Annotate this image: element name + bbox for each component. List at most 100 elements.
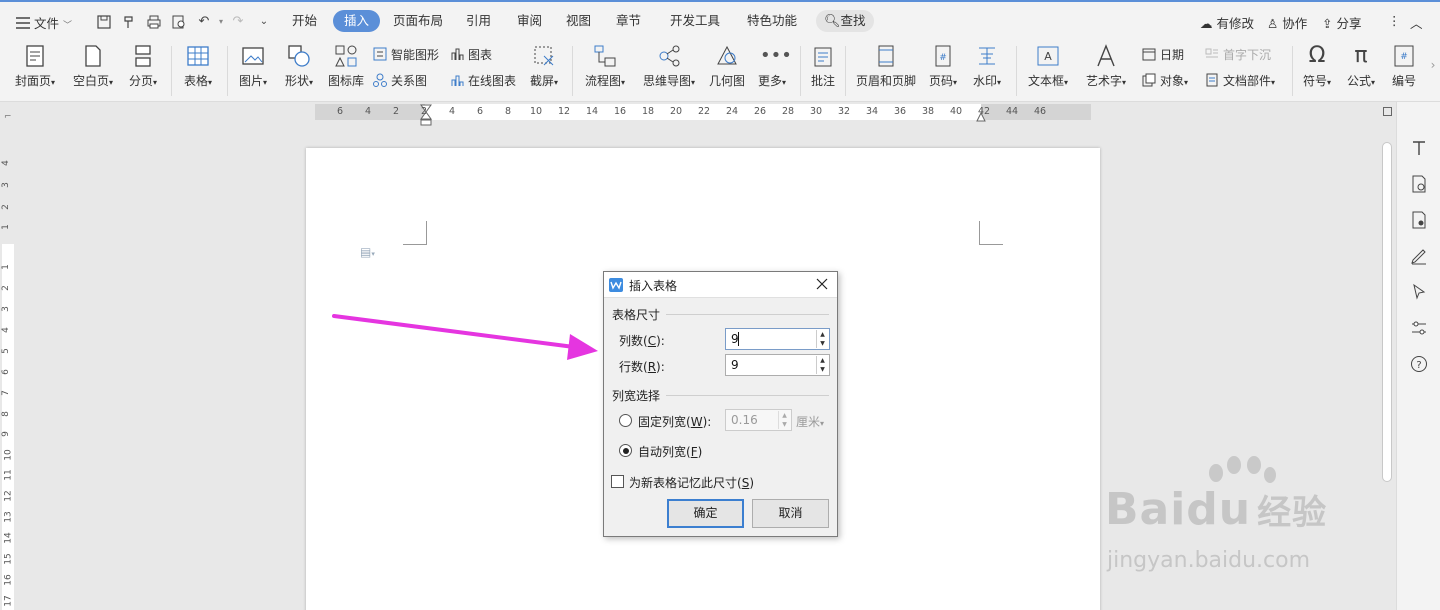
ruler-tick-label: 30 bbox=[809, 106, 823, 117]
shape-button[interactable]: 形状▾ bbox=[278, 44, 320, 89]
tab-selector-icon[interactable]: ⌐ bbox=[4, 112, 12, 122]
file-menu[interactable]: 文件 ﹀ bbox=[16, 13, 72, 32]
page-break-button[interactable]: 分页▾ bbox=[122, 44, 164, 89]
tab-insert[interactable]: 插入 bbox=[333, 10, 381, 32]
object-button[interactable]: 对象▾ bbox=[1142, 72, 1188, 90]
blank-page-button[interactable]: 空白页▾ bbox=[66, 44, 120, 89]
relation-button[interactable]: 关系图 bbox=[373, 72, 427, 90]
fixed-width-stepper[interactable]: 0.16 ▲ ▼ bbox=[725, 409, 792, 431]
adjust-icon[interactable] bbox=[1409, 318, 1429, 338]
cover-page-button[interactable]: 封面页▾ bbox=[8, 44, 62, 89]
search-box[interactable]: 🔍︎查找 bbox=[816, 10, 874, 32]
wordart-button[interactable]: 艺术字▾ bbox=[1080, 44, 1132, 89]
vruler-tick-label: 14 bbox=[3, 532, 14, 544]
svg-text:#: # bbox=[939, 53, 947, 63]
paragraph-format-icon[interactable]: ▤▾ bbox=[360, 245, 375, 259]
cancel-button[interactable]: 取消 bbox=[752, 499, 829, 528]
tab-developer[interactable]: 开发工具 bbox=[666, 10, 724, 32]
tab-chapter[interactable]: 章节 bbox=[612, 10, 645, 32]
print-preview-icon[interactable] bbox=[171, 14, 187, 30]
screenshot-button[interactable]: 截屏▾ bbox=[524, 44, 564, 89]
textbox-button[interactable]: A 文本框▾ bbox=[1022, 44, 1074, 89]
collapse-ribbon-icon[interactable]: ︿ bbox=[1410, 13, 1423, 32]
chart-button[interactable]: 图表 bbox=[450, 46, 492, 64]
remember-size-checkbox[interactable] bbox=[611, 475, 624, 488]
fixed-width-radio[interactable] bbox=[619, 414, 632, 427]
tab-references[interactable]: 引用 bbox=[462, 10, 495, 32]
print-icon[interactable] bbox=[146, 14, 162, 30]
spin-down-icon[interactable]: ▼ bbox=[817, 339, 828, 348]
text-style-icon[interactable] bbox=[1409, 138, 1429, 158]
doc-settings-icon[interactable] bbox=[1409, 210, 1429, 230]
rows-stepper[interactable]: 9 ▲ ▼ bbox=[725, 354, 830, 376]
table-button[interactable]: 表格▾ bbox=[176, 44, 220, 89]
formula-button[interactable]: π 公式▾ bbox=[1342, 44, 1380, 89]
horizontal-ruler[interactable]: 6 4 2 2 4 6 8 10 12 14 16 18 20 22 24 26 28 30 32 34 36 38 40 4… bbox=[0, 102, 1380, 126]
rows-spin-arrows[interactable]: ▲ ▼ bbox=[816, 356, 828, 374]
spin-up-icon[interactable]: ▲ bbox=[779, 411, 790, 420]
spin-down-icon[interactable]: ▼ bbox=[817, 365, 828, 374]
symbol-button[interactable]: Ω 符号▾ bbox=[1298, 44, 1336, 89]
flowchart-button[interactable]: 流程图▾ bbox=[578, 44, 632, 89]
vertical-scrollbar[interactable] bbox=[1380, 102, 1394, 610]
date-button[interactable]: 日期 bbox=[1142, 46, 1184, 64]
columns-spin-arrows[interactable]: ▲ ▼ bbox=[816, 330, 828, 348]
more-button[interactable]: ••• 更多▾ bbox=[752, 44, 792, 89]
doc-properties-icon[interactable] bbox=[1409, 174, 1429, 194]
scrollbar-thumb[interactable] bbox=[1382, 142, 1392, 482]
spin-down-icon[interactable]: ▼ bbox=[779, 420, 790, 429]
doc-parts-button[interactable]: 文档部件▾ bbox=[1205, 72, 1275, 90]
picture-button[interactable]: 图片▾ bbox=[232, 44, 274, 89]
mindmap-button[interactable]: 思维导图▾ bbox=[638, 44, 700, 89]
screenshot-label: 截屏 bbox=[529, 74, 554, 88]
customize-toolbar-icon[interactable]: ⌄ bbox=[256, 14, 272, 30]
vertical-ruler[interactable]: 4 3 2 1 1 2 3 4 5 6 7 8 9 10 11 12 13 14 15 16 17 bbox=[0, 122, 16, 610]
numbering-button[interactable]: # 编号 bbox=[1386, 44, 1422, 89]
spin-up-icon[interactable]: ▲ bbox=[817, 356, 828, 365]
vruler-tick-label: 1 bbox=[0, 264, 11, 270]
search-label: 查找 bbox=[840, 13, 866, 28]
auto-width-radio[interactable] bbox=[619, 444, 632, 457]
geometry-button[interactable]: 几何图 bbox=[706, 44, 748, 89]
ruler-tick-label: 14 bbox=[585, 106, 599, 117]
header-footer-button[interactable]: 页眉和页脚 bbox=[852, 44, 920, 89]
close-icon[interactable] bbox=[814, 276, 830, 292]
comment-button[interactable]: 批注 bbox=[805, 44, 841, 89]
ribbon-scroll-icon[interactable]: › bbox=[1428, 58, 1438, 72]
header-footer-label: 页眉和页脚 bbox=[855, 74, 916, 88]
collab-button[interactable]: ♙ 协作 bbox=[1267, 13, 1307, 32]
undo-icon[interactable]: ↶ bbox=[196, 14, 212, 30]
shape-label: 形状 bbox=[284, 74, 309, 88]
tab-page-layout[interactable]: 页面布局 bbox=[389, 10, 447, 32]
shape-icon bbox=[288, 45, 310, 67]
dialog-titlebar[interactable]: 插入表格 bbox=[604, 272, 837, 298]
format-painter-icon[interactable] bbox=[121, 14, 137, 30]
tab-review[interactable]: 审阅 bbox=[513, 10, 546, 32]
more-options-icon[interactable]: ⋮ bbox=[1388, 13, 1401, 28]
cursor-icon[interactable] bbox=[1409, 282, 1429, 302]
changes-button[interactable]: ☁ 有修改 bbox=[1200, 13, 1254, 32]
ok-button[interactable]: 确定 bbox=[667, 499, 744, 528]
tab-home[interactable]: 开始 bbox=[288, 10, 321, 32]
save-icon[interactable] bbox=[96, 14, 112, 30]
spin-up-icon[interactable]: ▲ bbox=[817, 330, 828, 339]
tab-features[interactable]: 特色功能 bbox=[743, 10, 801, 32]
redo-icon[interactable]: ↷ bbox=[230, 14, 246, 30]
dropcap-button[interactable]: 首字下沉 bbox=[1205, 46, 1271, 64]
pen-icon[interactable] bbox=[1409, 246, 1429, 266]
tab-view[interactable]: 视图 bbox=[562, 10, 595, 32]
page-number-button[interactable]: # 页码▾ bbox=[924, 44, 962, 89]
split-view-icon[interactable] bbox=[1383, 107, 1392, 116]
watermark-button[interactable]: 水印▾ bbox=[966, 44, 1008, 89]
fixed-width-spin-arrows[interactable]: ▲ ▼ bbox=[778, 411, 790, 429]
online-chart-button[interactable]: 在线图表 bbox=[450, 72, 516, 90]
undo-dropdown-icon[interactable]: ▾ bbox=[213, 14, 229, 30]
annotation-arrow bbox=[332, 314, 598, 360]
icon-library-button[interactable]: 图标库 bbox=[324, 44, 368, 89]
columns-stepper[interactable]: 9 ▲ ▼ bbox=[725, 328, 830, 350]
right-side-panel: ? bbox=[1396, 102, 1440, 610]
smartart-button[interactable]: 智能图形 bbox=[373, 46, 439, 64]
share-button[interactable]: ⇪ 分享 bbox=[1322, 13, 1361, 32]
help-icon[interactable]: ? bbox=[1409, 354, 1429, 374]
unit-select[interactable]: 厘米▾ bbox=[796, 413, 824, 430]
